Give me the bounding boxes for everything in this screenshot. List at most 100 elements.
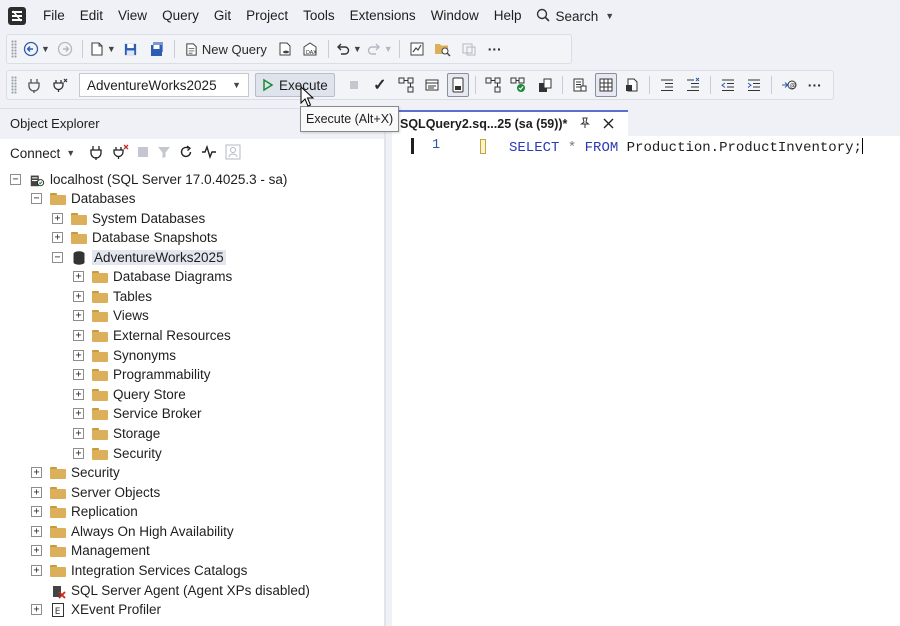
collapse-icon[interactable]: − [52, 252, 63, 263]
analysis-services-dax-query-icon[interactable]: DAX [300, 37, 322, 61]
collapse-icon[interactable]: − [31, 193, 42, 204]
decrease-indent-icon[interactable] [717, 73, 739, 97]
close-icon[interactable] [603, 116, 614, 132]
object-explorer-details-icon[interactable] [225, 144, 241, 163]
expand-icon[interactable]: + [73, 389, 84, 400]
activity-monitor-icon[interactable] [201, 144, 217, 162]
increase-indent-icon[interactable] [743, 73, 765, 97]
query-editor[interactable]: 1 SELECT * FROM Production.ProductInvent… [392, 136, 900, 626]
tree-node-management[interactable]: + Management [31, 541, 150, 560]
new-query-button[interactable]: New Query [181, 37, 270, 61]
results-to-file-icon[interactable] [621, 73, 643, 97]
tree-node-integration-services[interactable]: + Integration Services Catalogs [31, 561, 247, 580]
filter-icon[interactable] [157, 145, 171, 162]
execute-button[interactable]: Execute [255, 73, 335, 97]
disconnect-icon[interactable] [111, 144, 129, 163]
cancel-query-icon[interactable] [343, 73, 365, 97]
toolbar-grip[interactable] [11, 76, 17, 94]
menu-file[interactable]: File [37, 0, 74, 32]
tree-node-db-security[interactable]: + Security [73, 444, 162, 463]
expand-icon[interactable]: + [52, 213, 63, 224]
include-actual-plan-icon[interactable] [482, 73, 504, 97]
activity-monitor-icon[interactable] [406, 37, 428, 61]
connect-icon[interactable] [23, 73, 45, 97]
results-to-text-icon[interactable] [569, 73, 591, 97]
change-connection-icon[interactable] [49, 73, 71, 97]
tree-node-external-resources[interactable]: + External Resources [73, 326, 231, 345]
menu-extensions[interactable]: Extensions [344, 0, 425, 32]
tree-node-sql-agent[interactable]: SQL Server Agent (Agent XPs disabled) [31, 581, 310, 600]
tree-node-service-broker[interactable]: + Service Broker [73, 404, 202, 423]
query-options-icon[interactable] [421, 73, 443, 97]
tree-node-tables[interactable]: + Tables [73, 287, 152, 306]
display-estimated-plan-icon[interactable] [395, 73, 417, 97]
expand-icon[interactable]: + [73, 428, 84, 439]
tree-node-system-databases[interactable]: + System Databases [52, 209, 205, 228]
expand-icon[interactable]: + [31, 604, 42, 615]
registered-servers-icon[interactable] [458, 37, 480, 61]
code-line-1[interactable]: SELECT * FROM Production.ProductInventor… [509, 138, 863, 156]
tree-node-security[interactable]: + Security [31, 463, 120, 482]
tree-node-programmability[interactable]: + Programmability [73, 365, 211, 384]
tree-node-database-diagrams[interactable]: + Database Diagrams [73, 267, 232, 286]
comment-out-lines-icon[interactable] [656, 73, 678, 97]
save-all-icon[interactable] [146, 37, 168, 61]
tree-node-adventureworks2025[interactable]: − AdventureWorks2025 [52, 248, 226, 267]
connect-plug-icon[interactable] [89, 144, 103, 163]
tree-node-replication[interactable]: + Replication [31, 502, 138, 521]
expand-icon[interactable]: + [31, 506, 42, 517]
expand-icon[interactable]: + [73, 408, 84, 419]
more-options-icon[interactable]: ··· [484, 37, 506, 61]
menu-project[interactable]: Project [240, 0, 297, 32]
tree-node-database-snapshots[interactable]: + Database Snapshots [52, 228, 217, 247]
collapse-icon[interactable]: − [10, 174, 21, 185]
expand-icon[interactable]: + [73, 350, 84, 361]
uncomment-lines-icon[interactable] [682, 73, 704, 97]
tree-node-always-on[interactable]: + Always On High Availability [31, 522, 234, 541]
parse-checkmark-icon[interactable]: ✓ [369, 73, 391, 97]
menu-view[interactable]: View [112, 0, 156, 32]
new-project-button[interactable]: ▼ [89, 37, 116, 61]
specify-template-parameters-icon[interactable]: @ [778, 73, 800, 97]
stop-icon[interactable] [137, 146, 149, 161]
menu-help[interactable]: Help [488, 0, 531, 32]
tree-node-views[interactable]: + Views [73, 306, 149, 325]
back-button[interactable]: ▼ [23, 37, 50, 61]
template-explorer-icon[interactable] [432, 37, 454, 61]
menu-window[interactable]: Window [425, 0, 488, 32]
expand-icon[interactable]: + [31, 487, 42, 498]
database-engine-query-icon[interactable] [274, 37, 296, 61]
connect-dropdown[interactable]: Connect ▼ [10, 146, 75, 161]
toolbar-grip[interactable] [11, 40, 17, 58]
redo-button[interactable]: ▼ [366, 37, 393, 61]
expand-icon[interactable]: + [52, 232, 63, 243]
expand-icon[interactable]: + [73, 369, 84, 380]
live-query-statistics-icon[interactable] [508, 73, 530, 97]
expand-icon[interactable]: + [73, 448, 84, 459]
tree-node-synonyms[interactable]: + Synonyms [73, 346, 176, 365]
tab-sqlquery2[interactable]: SQLQuery2.sq...25 (sa (59))* [392, 110, 628, 136]
forward-button[interactable] [54, 37, 76, 61]
undo-button[interactable]: ▼ [335, 37, 362, 61]
expand-icon[interactable]: + [73, 310, 84, 321]
menu-git[interactable]: Git [208, 0, 240, 32]
available-databases-select[interactable]: AdventureWorks2025 ▼ [79, 73, 249, 97]
menu-query[interactable]: Query [156, 0, 208, 32]
intellisense-enabled-icon[interactable] [446, 73, 469, 97]
expand-icon[interactable]: + [73, 330, 84, 341]
expand-icon[interactable]: + [31, 526, 42, 537]
client-statistics-icon[interactable] [534, 73, 556, 97]
expand-icon[interactable]: + [73, 291, 84, 302]
tree-node-server[interactable]: − localhost (SQL Server 17.0.4025.3 - sa… [10, 170, 287, 189]
results-to-grid-icon[interactable] [594, 73, 617, 97]
more-options-icon[interactable]: ··· [804, 73, 826, 97]
expand-icon[interactable]: + [31, 545, 42, 556]
expand-icon[interactable]: + [31, 467, 42, 478]
save-icon[interactable] [120, 37, 142, 61]
expand-icon[interactable]: + [73, 271, 84, 282]
menu-edit[interactable]: Edit [74, 0, 112, 32]
tree-node-xevent-profiler[interactable]: + E XEvent Profiler [31, 600, 161, 619]
pin-icon[interactable] [579, 117, 591, 132]
expand-icon[interactable]: + [31, 565, 42, 576]
tree-node-server-objects[interactable]: + Server Objects [31, 483, 160, 502]
